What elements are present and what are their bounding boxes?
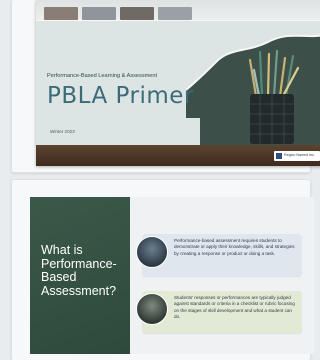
pencil-cup-image	[248, 49, 300, 144]
photo-thumbnail	[158, 7, 192, 20]
info-card: Students’ responses or performances are …	[136, 291, 302, 333]
student-photo	[136, 236, 168, 268]
slide-heading-line: Assessment?	[41, 283, 117, 298]
card-text: Students’ responses or performances are …	[174, 295, 295, 320]
slide-heading-line: What is	[41, 243, 83, 257]
organization-logo: Region Named Inc.	[274, 151, 320, 161]
slide-panel-1[interactable]: Performance-Based Learning & Assessment …	[12, 0, 320, 172]
content-slide[interactable]: What is Performance- Based Assessment? P…	[30, 197, 314, 354]
photo-thumbnail	[120, 7, 154, 20]
slide-heading-line: Based	[41, 270, 77, 284]
photo-thumbnail	[44, 7, 78, 20]
chalkboard-panel: What is Performance- Based Assessment?	[30, 197, 130, 354]
student-photo	[136, 293, 168, 325]
slide-title: PBLA Primer	[47, 83, 194, 109]
logo-text: Region Named Inc.	[284, 153, 315, 157]
photo-thumbnail	[82, 7, 116, 20]
slide-heading: What is Performance- Based Assessment?	[41, 243, 127, 298]
info-card: Performance-based assessment requires st…	[136, 234, 302, 276]
slide-subtitle: Performance-Based Learning & Assessment	[47, 73, 158, 79]
logo-mark-icon	[276, 153, 282, 159]
slide-date: Winter 2023	[50, 129, 75, 134]
slide-heading-line: Performance-	[41, 256, 117, 271]
card-text: Performance-based assessment requires st…	[174, 238, 295, 256]
title-slide[interactable]: Performance-Based Learning & Assessment …	[36, 0, 320, 166]
